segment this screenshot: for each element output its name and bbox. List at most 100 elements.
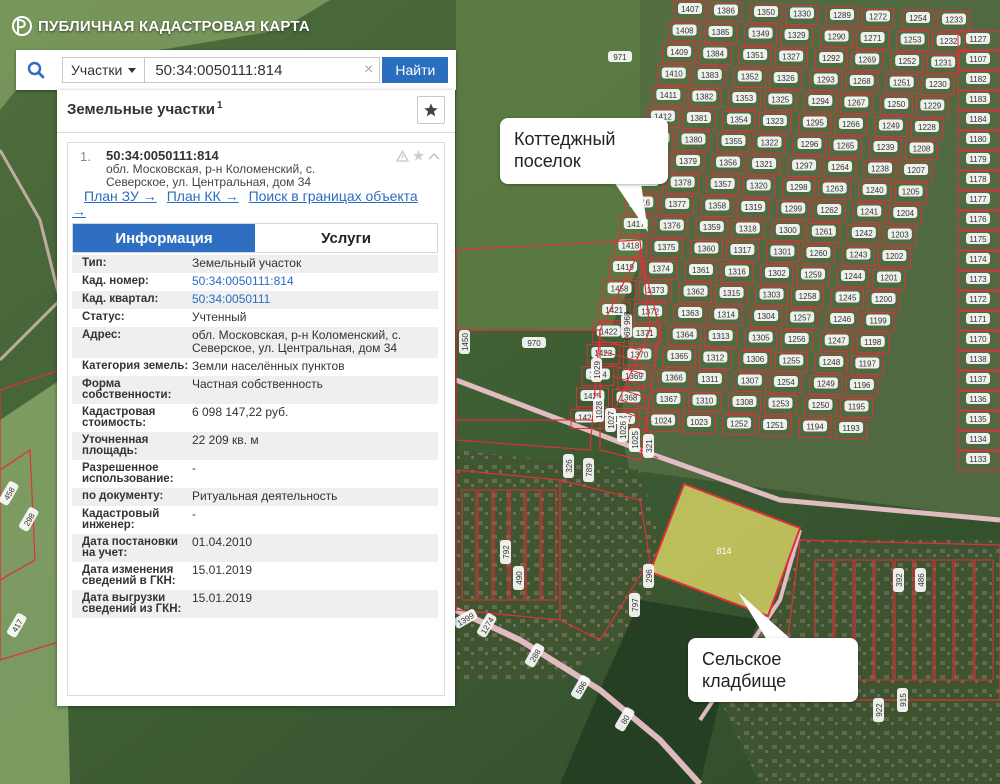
parcel-label[interactable]: 490	[515, 571, 524, 585]
parcel-label[interactable]: 1182	[969, 75, 987, 84]
parcel-label[interactable]: 1262	[820, 206, 838, 215]
parcel-label[interactable]: 1376	[663, 222, 681, 231]
parcel-label[interactable]: 789	[585, 463, 594, 477]
parcel-label[interactable]: 392	[895, 573, 904, 587]
parcel-label[interactable]: 1263	[826, 185, 844, 194]
parcel-label[interactable]: 1204	[896, 209, 914, 218]
search-input[interactable]	[145, 58, 380, 82]
parcel-label[interactable]: 1196	[853, 381, 871, 390]
parcel-label[interactable]: 1299	[784, 205, 802, 214]
parcel-label[interactable]: 1407	[681, 5, 699, 14]
parcel-label[interactable]: 1311	[701, 375, 719, 384]
parcel-label[interactable]: 1265	[837, 142, 855, 151]
star-outline-icon[interactable]	[412, 149, 425, 162]
parcel-label[interactable]: 1177	[969, 195, 987, 204]
parcel-label[interactable]: 1194	[806, 423, 824, 432]
favorite-button[interactable]	[417, 96, 445, 124]
parcel-label[interactable]: 1184	[969, 115, 987, 124]
parcel-label[interactable]: 1410	[665, 70, 683, 79]
parcel-label[interactable]: 1249	[817, 380, 835, 389]
parcel-label[interactable]: 1170	[969, 335, 987, 344]
parcel-label[interactable]: 1268	[853, 77, 871, 86]
parcel-label[interactable]: 1383	[701, 71, 719, 80]
parcel-label[interactable]: 1310	[696, 397, 714, 406]
parcel-label[interactable]: 1261	[815, 228, 833, 237]
parcel-label[interactable]: 1308	[736, 398, 754, 407]
attribute-value[interactable]: 50:34:0050111	[192, 293, 438, 306]
parcel-label[interactable]: 1250	[812, 401, 830, 410]
parcel-label[interactable]: 1304	[757, 312, 775, 321]
parcel-label[interactable]: 1249	[882, 122, 900, 131]
search-icon-button[interactable]	[16, 50, 56, 90]
parcel-label[interactable]: 1326	[777, 74, 795, 83]
parcel-label[interactable]: 1321	[755, 160, 773, 169]
parcel-label[interactable]: 1203	[891, 231, 909, 240]
parcel-label[interactable]: 1027	[607, 411, 616, 429]
search-type-select[interactable]: Участки	[62, 57, 145, 83]
parcel-label[interactable]: 486	[917, 573, 926, 587]
attribute-value[interactable]: 50:34:0050111:814	[192, 275, 438, 288]
parcel-label[interactable]: 1176	[969, 215, 987, 224]
parcel-label[interactable]: 1247	[828, 337, 846, 346]
parcel-label[interactable]: 1322	[761, 139, 779, 148]
parcel-label[interactable]: 1370	[630, 351, 648, 360]
parcel-label[interactable]: 1198	[864, 338, 882, 347]
link-plan-zu[interactable]: План ЗУ →	[84, 188, 157, 204]
parcel-label[interactable]: 1360	[698, 245, 716, 254]
parcel-label[interactable]: 1295	[806, 119, 824, 128]
parcel-label[interactable]: 1255	[782, 357, 800, 366]
parcel-label[interactable]: 1362	[687, 288, 705, 297]
result-card[interactable]: 1. 50:34:0050111:814 обл. Московская, р-…	[67, 142, 445, 696]
parcel-label[interactable]: 1229	[923, 102, 941, 111]
parcel-label[interactable]: 1233	[945, 16, 963, 25]
parcel-label[interactable]: 1290	[828, 33, 846, 42]
parcel-label[interactable]: 1294	[811, 97, 829, 106]
parcel-label[interactable]: 1245	[839, 294, 857, 303]
parcel-label[interactable]: 1250	[887, 100, 905, 109]
parcel-label[interactable]: 1293	[817, 76, 835, 85]
tab-services[interactable]: Услуги	[255, 224, 437, 252]
parcel-label[interactable]: 1379	[679, 157, 697, 166]
parcel-label[interactable]: 1254	[777, 378, 795, 387]
parcel-label[interactable]: 1242	[855, 229, 873, 238]
parcel-label[interactable]: 1254	[909, 14, 927, 23]
parcel-label[interactable]: 1305	[752, 334, 770, 343]
parcel-label[interactable]: 1409	[670, 48, 688, 57]
parcel-label[interactable]: 1199	[870, 317, 888, 326]
parcel-label[interactable]: 1367	[660, 395, 678, 404]
parcel-label[interactable]: 1317	[734, 246, 752, 255]
parcel-label[interactable]: 1200	[875, 295, 893, 304]
parcel-label[interactable]: 1377	[668, 200, 686, 209]
parcel-label[interactable]: 1246	[833, 315, 851, 324]
parcel-label[interactable]: 1028	[595, 401, 604, 419]
parcel-label[interactable]: 1260	[810, 249, 828, 258]
parcel-label[interactable]: 1380	[685, 136, 703, 145]
parcel-label[interactable]: 1026	[619, 421, 628, 439]
clear-icon[interactable]: ×	[364, 62, 373, 78]
parcel-label[interactable]: 1251	[893, 79, 911, 88]
parcel-label[interactable]: 1325	[771, 96, 789, 105]
parcel-label[interactable]: 1023	[690, 418, 708, 427]
parcel-label[interactable]: 1193	[842, 424, 860, 433]
parcel-label[interactable]: 1307	[741, 377, 759, 386]
parcel-label[interactable]: 792	[502, 545, 511, 559]
tab-information[interactable]: Информация	[73, 224, 255, 252]
parcel-label[interactable]: 970	[527, 339, 541, 348]
parcel-label[interactable]: 1306	[746, 355, 764, 364]
parcel-label[interactable]: 922	[875, 703, 884, 717]
parcel-label[interactable]: 1248	[822, 358, 840, 367]
parcel-label[interactable]: 1252	[898, 57, 916, 66]
parcel-label[interactable]: 1266	[842, 120, 860, 129]
parcel-label[interactable]: 1354	[730, 116, 748, 125]
warning-icon[interactable]	[396, 149, 409, 162]
parcel-label[interactable]: 1353	[735, 94, 753, 103]
parcel-label[interactable]: 1240	[866, 186, 884, 195]
result-cad-number[interactable]: 50:34:0050111:814	[106, 148, 219, 163]
parcel-label[interactable]: 1201	[880, 274, 898, 283]
parcel-label[interactable]: 1352	[741, 73, 759, 82]
parcel-label[interactable]: 1355	[725, 137, 743, 146]
parcel-label[interactable]: 1269	[858, 56, 876, 65]
parcel-label[interactable]: 1024	[654, 417, 672, 426]
parcel-label[interactable]: 1138	[969, 355, 987, 364]
parcel-label[interactable]: 1450	[461, 333, 470, 351]
